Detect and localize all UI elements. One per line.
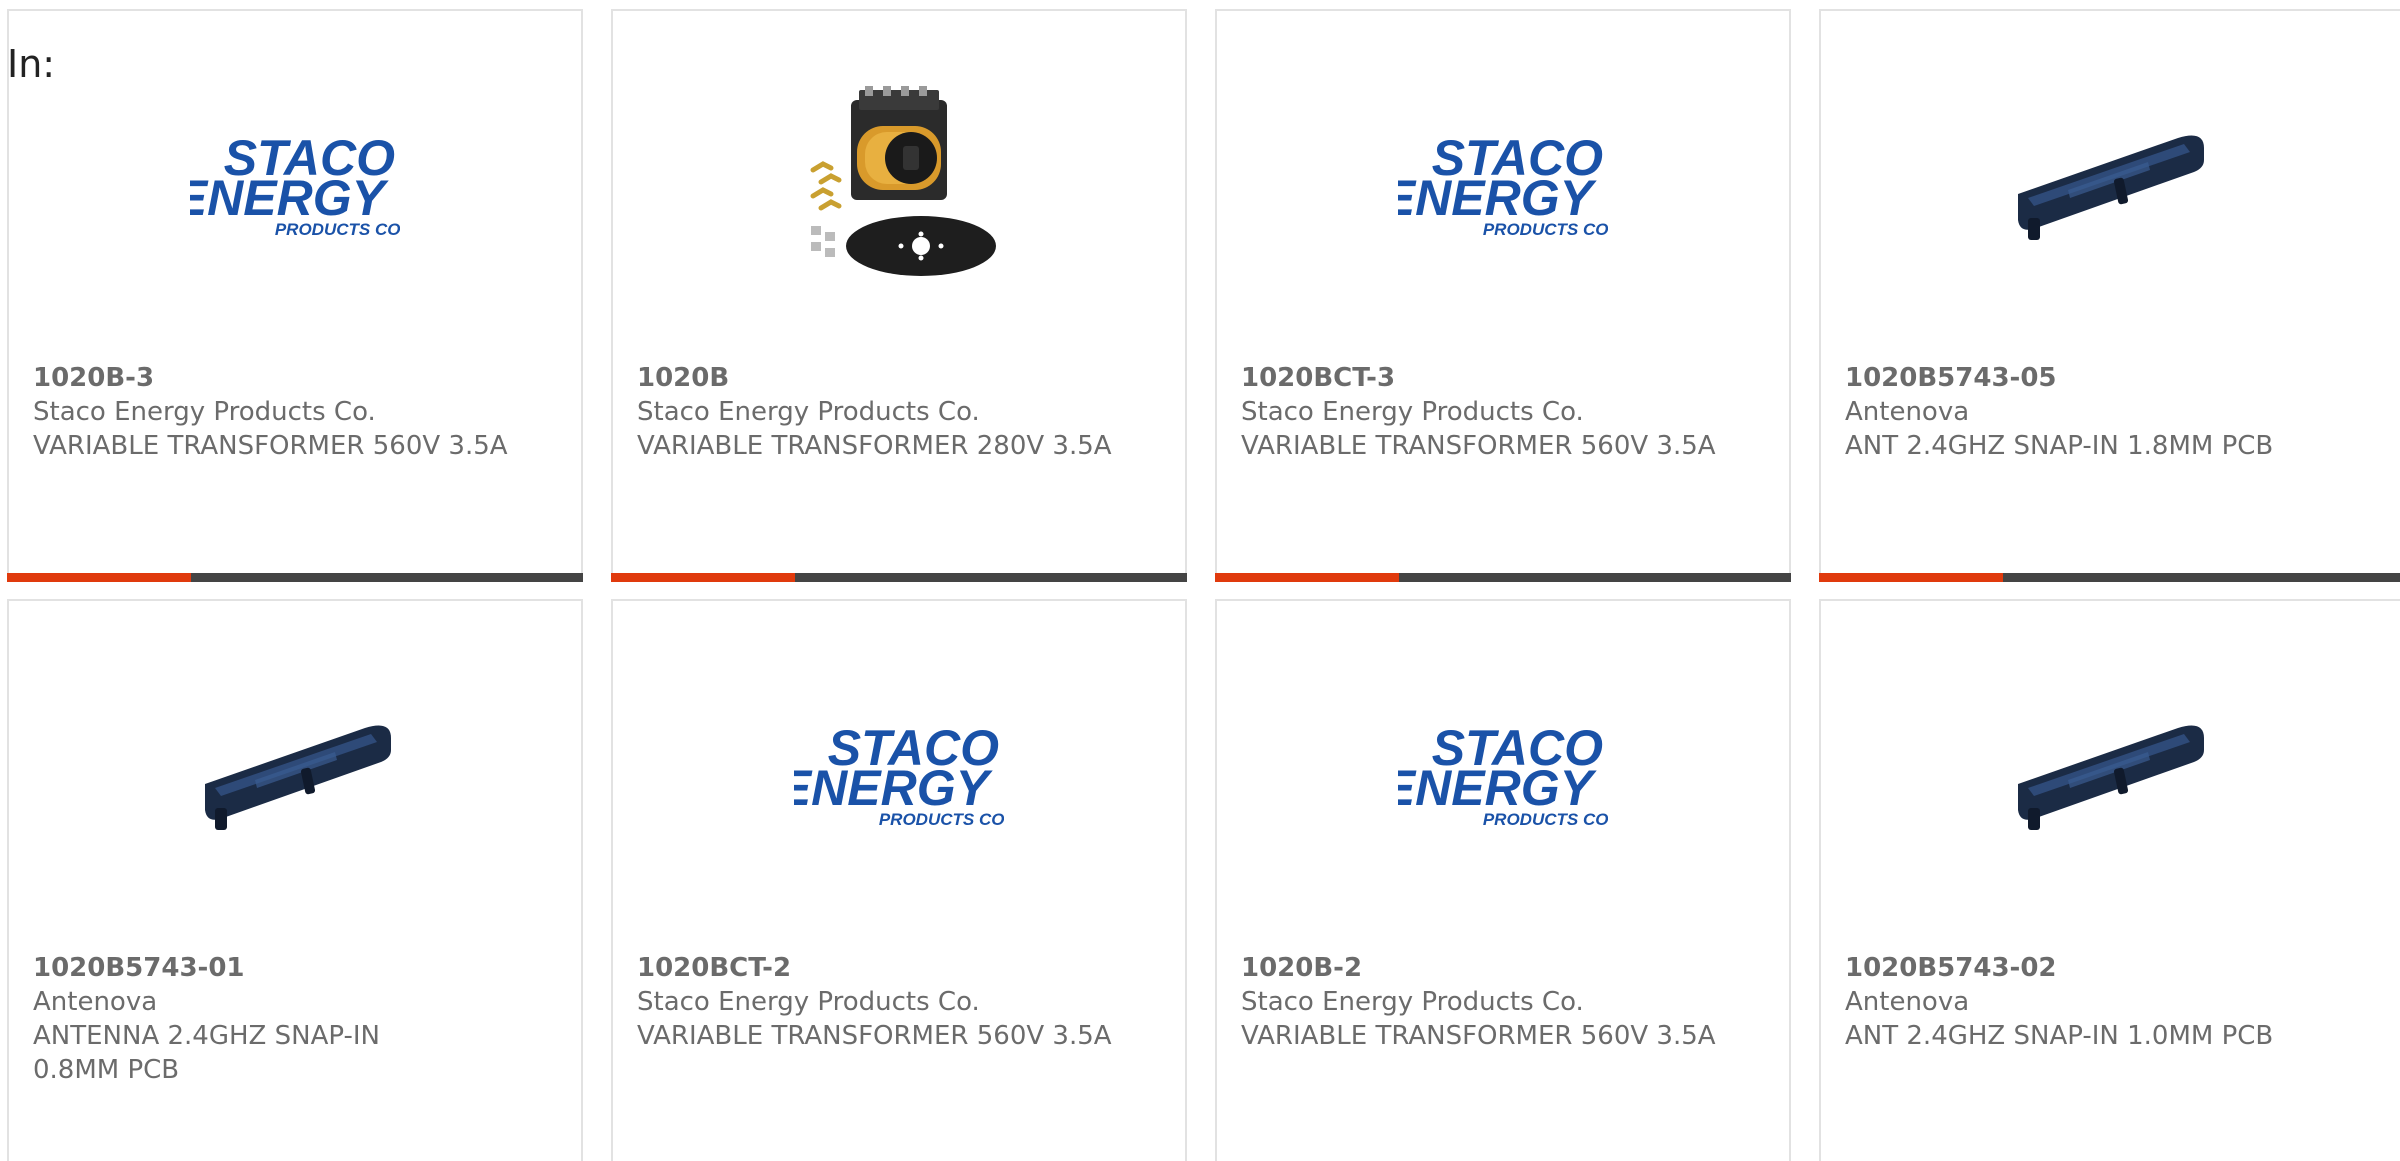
staco-logo-icon: STACO ENERGY PRODUCTS CO. — [794, 721, 1004, 829]
product-info: 1020BCT-2 Staco Energy Products Co. VARI… — [637, 951, 1157, 1053]
product-results-page: In: STACO ENERGY PRODUCTS CO. 1020B-3 St… — [0, 0, 2400, 1161]
card-footer-bar — [7, 573, 583, 582]
card-accent-bar — [1819, 573, 2003, 582]
card-accent-bar — [611, 573, 795, 582]
product-info: 1020B-3 Staco Energy Products Co. VARIAB… — [33, 361, 553, 463]
product-image[interactable] — [613, 81, 1185, 291]
part-number[interactable]: 1020BCT-3 — [1241, 361, 1761, 395]
manufacturer: Staco Energy Products Co. — [637, 397, 980, 427]
product-image[interactable]: STACO ENERGY PRODUCTS CO. — [1217, 81, 1789, 291]
product-info: 1020B-2 Staco Energy Products Co. VARIAB… — [1241, 951, 1761, 1053]
product-card[interactable]: 1020B5743-01 Antenova ANTENNA 2.4GHZ SNA… — [7, 599, 583, 1161]
staco-logo-icon: STACO ENERGY PRODUCTS CO. — [1398, 131, 1608, 239]
product-card[interactable]: STACO ENERGY PRODUCTS CO. 1020BCT-3 Stac… — [1215, 9, 1791, 582]
logo-text-energy: ENERGY — [1398, 170, 1598, 226]
manufacturer: Antenova — [33, 987, 158, 1017]
product-card[interactable]: STACO ENERGY PRODUCTS CO. 1020B-2 Staco … — [1215, 599, 1791, 1161]
description: VARIABLE TRANSFORMER 280V 3.5A — [637, 431, 1112, 461]
logo-text-products: PRODUCTS CO. — [879, 810, 1004, 829]
product-card[interactable]: 1020B Staco Energy Products Co. VARIABLE… — [611, 9, 1187, 582]
staco-logo-icon: STACO ENERGY PRODUCTS CO. — [190, 131, 400, 239]
manufacturer: Staco Energy Products Co. — [33, 397, 376, 427]
logo-text-products: PRODUCTS CO. — [275, 220, 400, 239]
logo-text-products: PRODUCTS CO. — [1483, 810, 1608, 829]
manufacturer: Antenova — [1845, 987, 1970, 1017]
product-image[interactable]: STACO ENERGY PRODUCTS CO. — [9, 81, 581, 291]
variable-transformer-icon — [810, 86, 996, 276]
snap-in-antenna-icon — [2018, 135, 2204, 240]
manufacturer: Staco Energy Products Co. — [1241, 397, 1584, 427]
description: ANT 2.4GHZ SNAP-IN 1.0MM PCB — [1845, 1021, 2274, 1051]
part-number[interactable]: 1020B5743-02 — [1845, 951, 2365, 985]
part-number[interactable]: 1020B-2 — [1241, 951, 1761, 985]
product-info: 1020B5743-01 Antenova ANTENNA 2.4GHZ SNA… — [33, 951, 553, 1087]
product-info: 1020B5743-02 Antenova ANT 2.4GHZ SNAP-IN… — [1845, 951, 2365, 1053]
card-accent-bar — [1215, 573, 1399, 582]
product-image[interactable] — [9, 671, 581, 881]
product-card[interactable]: STACO ENERGY PRODUCTS CO. 1020BCT-2 Stac… — [611, 599, 1187, 1161]
description: VARIABLE TRANSFORMER 560V 3.5A — [1241, 431, 1716, 461]
part-number[interactable]: 1020B5743-01 — [33, 951, 553, 985]
product-card[interactable]: STACO ENERGY PRODUCTS CO. 1020B-3 Staco … — [7, 9, 583, 582]
product-image[interactable]: STACO ENERGY PRODUCTS CO. — [1217, 671, 1789, 881]
product-image[interactable] — [1821, 671, 2395, 881]
manufacturer: Staco Energy Products Co. — [1241, 987, 1584, 1017]
manufacturer: Antenova — [1845, 397, 1970, 427]
description: VARIABLE TRANSFORMER 560V 3.5A — [33, 431, 508, 461]
logo-text-energy: ENERGY — [794, 760, 994, 816]
logo-text-products: PRODUCTS CO. — [1483, 220, 1608, 239]
part-number[interactable]: 1020B — [637, 361, 1157, 395]
part-number[interactable]: 1020B5743-05 — [1845, 361, 2365, 395]
product-card[interactable]: 1020B5743-02 Antenova ANT 2.4GHZ SNAP-IN… — [1819, 599, 2400, 1161]
card-footer-bar — [611, 573, 1187, 582]
product-info: 1020B Staco Energy Products Co. VARIABLE… — [637, 361, 1157, 463]
description: ANT 2.4GHZ SNAP-IN 1.8MM PCB — [1845, 431, 2274, 461]
description: VARIABLE TRANSFORMER 560V 3.5A — [637, 1021, 1112, 1051]
product-info: 1020BCT-3 Staco Energy Products Co. VARI… — [1241, 361, 1761, 463]
product-image[interactable] — [1821, 81, 2395, 291]
description: VARIABLE TRANSFORMER 560V 3.5A — [1241, 1021, 1716, 1051]
card-footer-bar — [1819, 573, 2400, 582]
product-card[interactable]: 1020B5743-05 Antenova ANT 2.4GHZ SNAP-IN… — [1819, 9, 2400, 582]
product-image[interactable]: STACO ENERGY PRODUCTS CO. — [613, 671, 1185, 881]
logo-text-energy: ENERGY — [1398, 760, 1598, 816]
logo-text-energy: ENERGY — [190, 170, 390, 226]
snap-in-antenna-icon — [2018, 725, 2204, 830]
part-number[interactable]: 1020B-3 — [33, 361, 553, 395]
card-accent-bar — [7, 573, 191, 582]
snap-in-antenna-icon — [205, 725, 391, 830]
product-grid: STACO ENERGY PRODUCTS CO. 1020B-3 Staco … — [0, 0, 2400, 1161]
product-info: 1020B5743-05 Antenova ANT 2.4GHZ SNAP-IN… — [1845, 361, 2365, 463]
manufacturer: Staco Energy Products Co. — [637, 987, 980, 1017]
card-footer-bar — [1215, 573, 1791, 582]
description: ANTENNA 2.4GHZ SNAP-IN 0.8MM PCB — [33, 1021, 380, 1085]
part-number[interactable]: 1020BCT-2 — [637, 951, 1157, 985]
staco-logo-icon: STACO ENERGY PRODUCTS CO. — [1398, 721, 1608, 829]
in-filter-label: In: — [7, 42, 56, 86]
